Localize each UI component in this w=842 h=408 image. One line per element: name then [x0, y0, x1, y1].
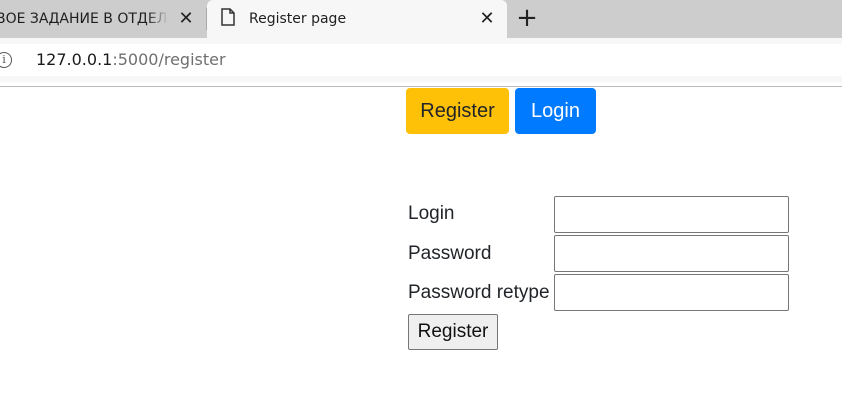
- close-tab-icon[interactable]: ✕: [176, 9, 196, 29]
- login-nav-button[interactable]: Login: [515, 88, 596, 134]
- page-content: Register Login Login Password Password r…: [0, 87, 842, 408]
- tab-active[interactable]: Register page ✕: [207, 0, 507, 38]
- register-submit-button[interactable]: Register: [408, 314, 498, 350]
- url-path: :5000/register: [112, 50, 226, 69]
- url-text[interactable]: 127.0.0.1:5000/register: [36, 50, 226, 69]
- browser-tab-bar: ВОЕ ЗАДАНИЕ В ОТДЕЛ Р ✕ Register page ✕ …: [0, 0, 842, 38]
- register-nav-button[interactable]: Register: [406, 88, 509, 134]
- new-tab-icon[interactable]: +: [514, 5, 540, 32]
- login-input[interactable]: [554, 196, 789, 233]
- address-field[interactable]: i 127.0.0.1:5000/register: [0, 44, 842, 76]
- site-info-icon[interactable]: i: [0, 52, 12, 68]
- tab-inactive[interactable]: ВОЕ ЗАДАНИЕ В ОТДЕЛ Р ✕: [0, 0, 206, 38]
- password-input[interactable]: [554, 235, 789, 272]
- address-bar: i 127.0.0.1:5000/register: [0, 38, 842, 82]
- password-retype-label: Password retype: [408, 282, 550, 303]
- page-icon: [221, 8, 235, 30]
- login-label: Login: [408, 203, 455, 224]
- close-tab-icon[interactable]: ✕: [477, 9, 497, 29]
- password-retype-input[interactable]: [554, 274, 789, 311]
- password-label: Password: [408, 243, 492, 264]
- url-host: 127.0.0.1: [36, 50, 113, 69]
- tab-title: ВОЕ ЗАДАНИЕ В ОТДЕЛ Р: [0, 11, 168, 27]
- tab-title: Register page: [249, 11, 347, 27]
